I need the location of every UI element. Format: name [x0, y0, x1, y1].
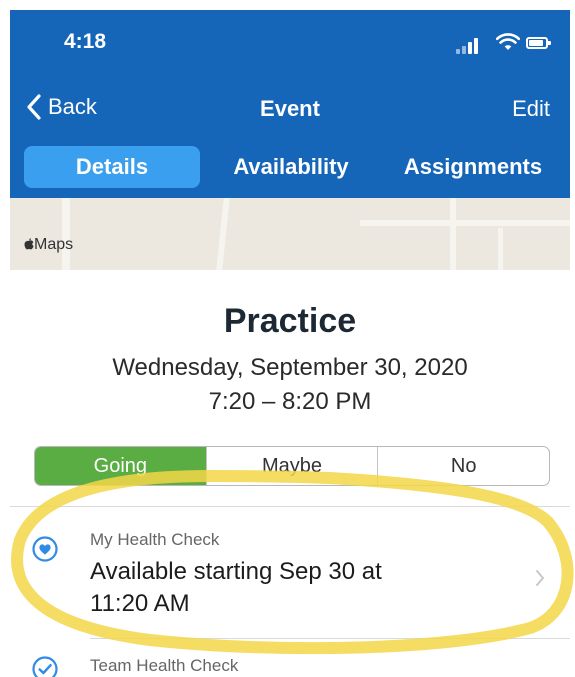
tab-availability[interactable]: Availability	[200, 146, 382, 188]
chevron-right-icon	[536, 570, 544, 586]
map-road	[360, 220, 570, 226]
rsvp-selector: Going Maybe No	[34, 446, 550, 486]
rsvp-no-button[interactable]: No	[378, 447, 549, 485]
maps-attribution: Maps	[24, 236, 73, 254]
event-tabs: Details Availability Assignments	[24, 146, 564, 188]
heart-check-icon	[32, 536, 58, 562]
tab-assignments[interactable]: Assignments	[382, 146, 564, 188]
status-icons	[456, 33, 551, 54]
battery-icon	[526, 37, 551, 49]
checkmark-circle-icon	[32, 656, 58, 677]
health-check-availability-line: Available starting Sep 30 at	[90, 558, 382, 585]
map-preview[interactable]: Maps	[10, 198, 570, 270]
signal-icon	[456, 49, 460, 54]
status-time: 4:18	[64, 30, 107, 53]
event-time: 7:20 – 8:20 PM	[208, 388, 372, 415]
team-health-check-label: Team Health Check	[90, 656, 239, 675]
signal-icon	[462, 46, 466, 54]
health-check-availability: Available starting Sep 30 at 11:20 AM	[90, 556, 510, 620]
divider	[10, 506, 570, 507]
my-health-check-row[interactable]: My Health Check Available starting Sep 3…	[10, 510, 570, 636]
maps-attribution-text: Maps	[34, 236, 74, 253]
status-bar: 4:18	[10, 10, 570, 74]
edit-button[interactable]: Edit	[512, 96, 550, 122]
health-check-availability-line: 11:20 AM	[90, 590, 190, 617]
team-health-check-row[interactable]: Team Health Check	[10, 640, 570, 677]
event-title: Practice	[223, 302, 357, 340]
signal-icon	[474, 38, 478, 54]
phone-screen: 4:18 Back Event Edit Details Availabilit…	[10, 10, 570, 677]
event-date: Wednesday, September 30, 2020	[112, 354, 468, 381]
app-header: 4:18 Back Event Edit Details Availabilit…	[10, 10, 570, 198]
map-road	[450, 198, 456, 270]
tab-details[interactable]: Details	[24, 146, 200, 188]
signal-icon	[468, 42, 472, 54]
rsvp-maybe-button[interactable]: Maybe	[207, 447, 379, 485]
page-title: Event	[260, 96, 320, 121]
navigation-bar: Back Event Edit	[10, 82, 570, 132]
apple-logo-icon	[24, 238, 34, 250]
divider	[90, 638, 570, 639]
health-check-label: My Health Check	[90, 530, 220, 549]
wifi-icon	[496, 33, 520, 50]
map-road	[62, 198, 70, 270]
rsvp-going-button[interactable]: Going	[35, 447, 207, 485]
map-road	[498, 228, 503, 270]
map-road	[216, 198, 230, 270]
